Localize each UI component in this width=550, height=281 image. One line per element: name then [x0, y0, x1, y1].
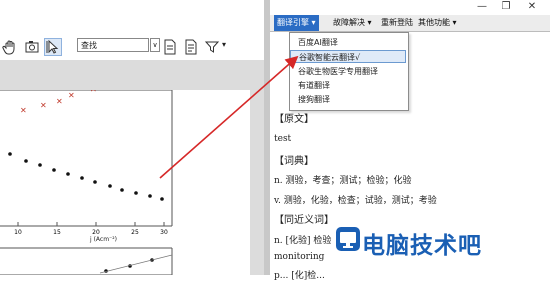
watermark-logo-icon	[336, 227, 360, 251]
menu-troubleshoot-label: 故障解决	[333, 18, 365, 27]
cross-marker: ✕	[56, 97, 63, 106]
cross-marker: ✕	[68, 91, 75, 100]
menu-translation-engine[interactable]: 翻译引擎 ▾	[274, 15, 319, 31]
window-titlebar: — ❐ ✕	[0, 0, 550, 13]
noun-definition: n. 测验，考查；测试；检验；化验	[274, 176, 412, 186]
data-point	[80, 176, 84, 180]
engine-option-youdao[interactable]: 有道翻译	[290, 79, 406, 92]
chevron-down-icon: ▾	[311, 18, 316, 27]
minimize-icon[interactable]: —	[470, 0, 494, 13]
x-tick-label: 30	[160, 229, 168, 236]
filter-dropdown-icon[interactable]: ▾	[222, 40, 226, 49]
verb-definition: v. 测验，化验，检查；试验，测试；考验	[274, 196, 437, 206]
data-point	[134, 191, 138, 195]
data-point	[24, 159, 28, 163]
restore-icon[interactable]: ❐	[494, 0, 518, 13]
x-tick-label: 10	[14, 229, 22, 236]
engine-option-baidu[interactable]: 百度AI翻译	[290, 36, 406, 49]
x-tick-label: 25	[131, 229, 139, 236]
document-view: 10 15 20 25 30 ✕ ✕ ✕ ✕ ✕ j (Acm⁻²)	[0, 60, 264, 276]
filter-icon[interactable]	[204, 39, 220, 55]
original-heading: 【原文】	[274, 114, 314, 125]
x-tick-label: 20	[92, 229, 100, 236]
data-point	[52, 168, 56, 172]
engine-option-sogou[interactable]: 搜狗翻译	[290, 93, 406, 106]
x-tick-label: 15	[53, 229, 61, 236]
synonym-heading: 【同近义词】	[274, 215, 334, 226]
x-axis-label: j (Acm⁻²)	[90, 236, 117, 243]
monitoring-line: monitoring	[274, 252, 325, 262]
page-icon[interactable]	[162, 39, 178, 55]
select-icon[interactable]	[44, 38, 62, 56]
menu-relogin[interactable]: 重新登陆	[378, 15, 416, 31]
data-point	[160, 197, 164, 201]
snapshot-icon[interactable]	[24, 39, 40, 55]
cross-marker: ✕	[90, 90, 97, 94]
data-point	[93, 180, 97, 184]
menu-other[interactable]: 其他功能 ▾	[415, 15, 460, 31]
menu-relogin-label: 重新登陆	[381, 18, 413, 27]
dictionary-heading: 【词典】	[274, 156, 314, 167]
menu-troubleshoot[interactable]: 故障解决 ▾	[330, 15, 375, 31]
hand-icon[interactable]	[2, 39, 18, 55]
original-text: test	[274, 134, 292, 144]
search-dropdown-icon[interactable]: ∨	[150, 38, 160, 52]
data-point	[148, 194, 152, 198]
engine-option-google-biomed[interactable]: 谷歌生物医学专用翻译	[290, 65, 406, 78]
chart-figure: 10 15 20 25 30 ✕ ✕ ✕ ✕ ✕	[0, 85, 173, 276]
data-point	[108, 184, 112, 188]
translation-engine-dropdown: 百度AI翻译 谷歌智能云翻译√ 谷歌生物医学专用翻译 有道翻译 搜狗翻译	[289, 32, 409, 111]
data-point	[38, 163, 42, 167]
engine-option-google-cloud[interactable]: 谷歌智能云翻译√	[290, 50, 406, 63]
pdf-page: 10 15 20 25 30 ✕ ✕ ✕ ✕ ✕ j (Acm⁻²)	[0, 85, 250, 276]
watermark-text: 电脑技术吧	[362, 233, 482, 259]
synonym-line: n. [化验] 检验	[274, 236, 332, 246]
search-input[interactable]: 查找	[77, 38, 149, 52]
data-point	[66, 172, 70, 176]
data-point	[8, 152, 12, 156]
close-icon[interactable]: ✕	[520, 0, 544, 13]
menu-translation-engine-label: 翻译引擎	[277, 18, 309, 27]
cross-marker: ✕	[40, 101, 47, 110]
menu-other-label: 其他功能	[418, 18, 450, 27]
chevron-down-icon: ▾	[452, 18, 457, 27]
panel-splitter[interactable]	[264, 0, 270, 275]
translator-menubar: 翻译引擎 ▾ 故障解决 ▾ 重新登陆 其他功能 ▾	[270, 15, 550, 32]
fit-icon[interactable]	[183, 39, 199, 55]
cross-marker: ✕	[20, 106, 27, 115]
chevron-down-icon: ▾	[367, 18, 372, 27]
data-point	[120, 188, 124, 192]
